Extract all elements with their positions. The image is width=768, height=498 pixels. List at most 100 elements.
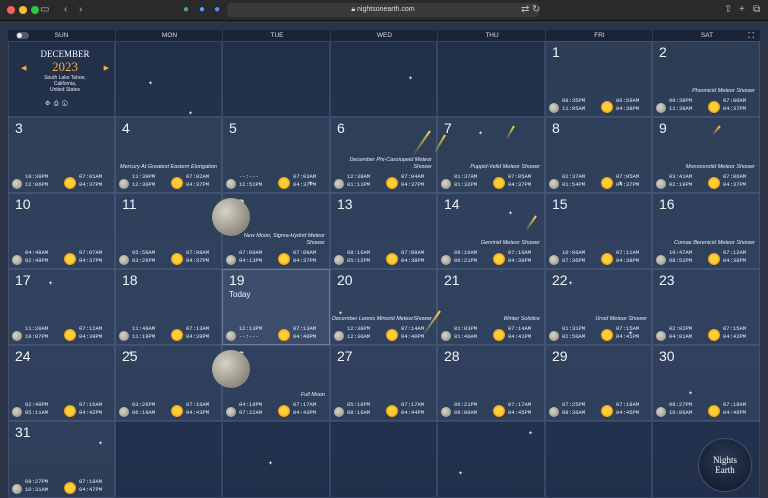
new-tab-icon[interactable]: + (739, 4, 745, 16)
empty-day-cell (330, 421, 437, 498)
moon-time: 01:32PM (454, 181, 478, 188)
moon-time: 07:36PM (562, 257, 586, 264)
moon-time: 04:19PM (239, 401, 263, 408)
moon-time: 02:02PM (669, 325, 693, 332)
sun-time: 07:14AM (508, 325, 532, 332)
moon-phase-icon (12, 331, 22, 341)
back-icon[interactable]: ‹ (64, 4, 67, 16)
print-icon[interactable]: ⎙ (54, 101, 59, 107)
sun-icon (601, 405, 613, 417)
moon-phase-icon (12, 407, 22, 417)
day-cell[interactable]: 30 08:27PM 10:06AM 07:18AM 04:46PM (652, 345, 760, 421)
settings-icon[interactable]: ⚙ (45, 101, 50, 107)
sun-time: 04:47PM (79, 486, 103, 493)
day-cell[interactable]: 28 06:21PM 09:00AM 07:17AM 04:45PM (437, 345, 545, 421)
sun-time: 04:40PM (293, 333, 317, 340)
previous-month-button[interactable]: ◀ (21, 64, 26, 72)
day-cell[interactable]: 17 11:20AM 10:07PM 07:12AM 04:39PM (8, 269, 115, 345)
day-cell[interactable]: 4 Mercury At Greatest Eastern Elongation 1… (115, 117, 222, 193)
star-icon: ✦ (338, 311, 344, 317)
event-label: December Leonis Minorid MeteorShower (332, 315, 432, 322)
weekday-header: SUN MON TUE WED THU FRI SAT ⛶ (8, 30, 760, 41)
moon-time: 05:11AM (25, 409, 49, 416)
day-cell[interactable]: 27 05:18PM 08:16AM 07:17AM 04:44PM (330, 345, 437, 421)
sun-time: 07:16AM (186, 401, 210, 408)
sun-time: 04:38PM (723, 257, 747, 264)
nights-on-earth-logo[interactable]: Nights Earth (698, 438, 752, 492)
moon-time: 08:52PM (669, 257, 693, 264)
today-label: Today (229, 290, 251, 299)
day-cell[interactable]: 9 Monocerotid Meteor Shower 03:41AM 02:19PM… (652, 117, 760, 193)
sun-time: 07:02AM (186, 173, 210, 180)
day-cell[interactable]: 2 Pheonicid Meteor Shower 09:38PM 11:38AM 07… (652, 41, 760, 117)
day-cell[interactable]: 13 08:16AM 05:12PM 07:09AM 04:38PM (330, 193, 437, 269)
empty-day-cell (222, 41, 330, 117)
extension-icon[interactable]: ● (183, 4, 189, 16)
star-icon: ✦ (48, 281, 54, 287)
moon-time: 11:05AM (562, 105, 586, 112)
sun-time: 04:42PM (79, 409, 103, 416)
fullscreen-icon[interactable]: ⛶ (748, 31, 754, 40)
day-cell[interactable]: 11 05:58AM 03:26PM 07:08AM 04:37PM (115, 193, 222, 269)
day-cell[interactable]: 8 02:37AM 01:54PM 07:05AM 04:37PM (545, 117, 652, 193)
day-number: 22 (552, 272, 568, 288)
moon-time: 10:47AM (669, 249, 693, 256)
day-cell[interactable]: 5 --:--- 12:51PM 07:03AM 04:37PM (222, 117, 330, 193)
sun-time: 07:18AM (79, 478, 103, 485)
day-cell[interactable]: 24 02:40PM 05:11AM 07:16AM 04:42PM (8, 345, 115, 421)
day-number: 13 (337, 196, 353, 212)
day-cell[interactable]: 16 Comae Berenicid Meteor Shower 10:47AM 08… (652, 193, 760, 269)
day-cell[interactable]: 1 08:35PM 11:05AM 06:59AM 04:38PM (545, 41, 652, 117)
day-cell[interactable]: 10 04:48AM 02:49PM 07:07AM 04:37PM (8, 193, 115, 269)
sun-time: 04:38PM (616, 257, 640, 264)
info-icon[interactable]: ⓘ (62, 101, 68, 107)
day-cell[interactable]: 29 07:25PM 09:36AM 07:18AM 04:45PM (545, 345, 652, 421)
day-cell[interactable]: 6 December Phi-Cassiopeid Meteor Shower 12… (330, 117, 437, 193)
day-cell[interactable]: 14 Geminid Meteor Shower 09:16AM 06:21PM 07:… (437, 193, 545, 269)
reload-icon[interactable]: ↻ (532, 4, 540, 16)
panel-tools: ⚙ ⎙ ⓘ (45, 100, 68, 108)
day-number: 16 (659, 196, 675, 212)
sun-time: 07:07AM (79, 249, 103, 256)
minimize-window-button[interactable] (19, 6, 27, 14)
star-icon: ✦ (408, 76, 414, 82)
sun-time: 04:42PM (723, 333, 747, 340)
day-number: 2 (659, 44, 667, 60)
next-month-button[interactable]: ▶ (104, 64, 109, 72)
sun-time: 07:09AM (401, 249, 425, 256)
extension-icon[interactable]: ● (199, 4, 205, 16)
sun-time: 04:38PM (616, 105, 640, 112)
sidebar-icon[interactable]: ▭ (40, 4, 49, 16)
day-cell[interactable]: 20 December Leonis Minorid MeteorShower 12… (330, 269, 437, 345)
day-cell[interactable]: 22 Ursid Meteor Shower 01:31PM 02:50AM 07:15… (545, 269, 652, 345)
translate-icon[interactable]: ⇄ (521, 4, 529, 16)
moon-time: 04:48AM (25, 249, 49, 256)
forward-icon[interactable]: › (79, 4, 82, 16)
day-cell[interactable]: 18 11:48AM 11:19PM 07:13AM 04:39PM (115, 269, 222, 345)
close-window-button[interactable] (7, 6, 15, 14)
day-number: 28 (444, 348, 460, 364)
sun-time: 04:46PM (723, 409, 747, 416)
moon-time: 01:03PM (454, 325, 478, 332)
location-line: United States (49, 87, 81, 93)
extension-icon[interactable]: ● (214, 4, 220, 16)
day-cell[interactable]: 15 10:06AM 07:36PM 07:11AM 04:38PM (545, 193, 652, 269)
logo-text: Earth (715, 465, 735, 475)
moon-time: 10:31AM (25, 486, 49, 493)
day-cell[interactable]: 21 Winter Solstice 01:03PM 01:40AM 07:14AM 04… (437, 269, 545, 345)
maximize-window-button[interactable] (31, 6, 39, 14)
event-label: Puppid-Velid Meteor Shower (470, 163, 540, 170)
day-cell[interactable]: 7 Puppid-Velid Meteor Shower 01:37AM 01:32P… (437, 117, 545, 193)
share-icon[interactable]: ⇧ (724, 4, 732, 16)
address-bar[interactable]: 🔒︎ nightsonearth.com (227, 3, 539, 17)
day-cell[interactable]: 3 10:39PM 12:06PM 07:01AM 04:37PM (8, 117, 115, 193)
day-cell[interactable]: 31 09:27PM 10:31AM 07:18AM 04:47PM (8, 421, 115, 498)
day-cell[interactable]: 19 Today 12:13PM --:--- 07:13AM 04:40PM (222, 269, 330, 345)
url-text: nightsonearth.com (357, 6, 415, 13)
day-number: 27 (337, 348, 353, 364)
day-cell[interactable]: 23 02:02PM 04:01AM 07:15AM 04:42PM (652, 269, 760, 345)
star-icon: ✦ (128, 351, 134, 357)
sun-time: 07:04AM (401, 173, 425, 180)
tabs-overview-icon[interactable]: ⧉ (753, 4, 760, 16)
sun-icon (171, 405, 183, 417)
